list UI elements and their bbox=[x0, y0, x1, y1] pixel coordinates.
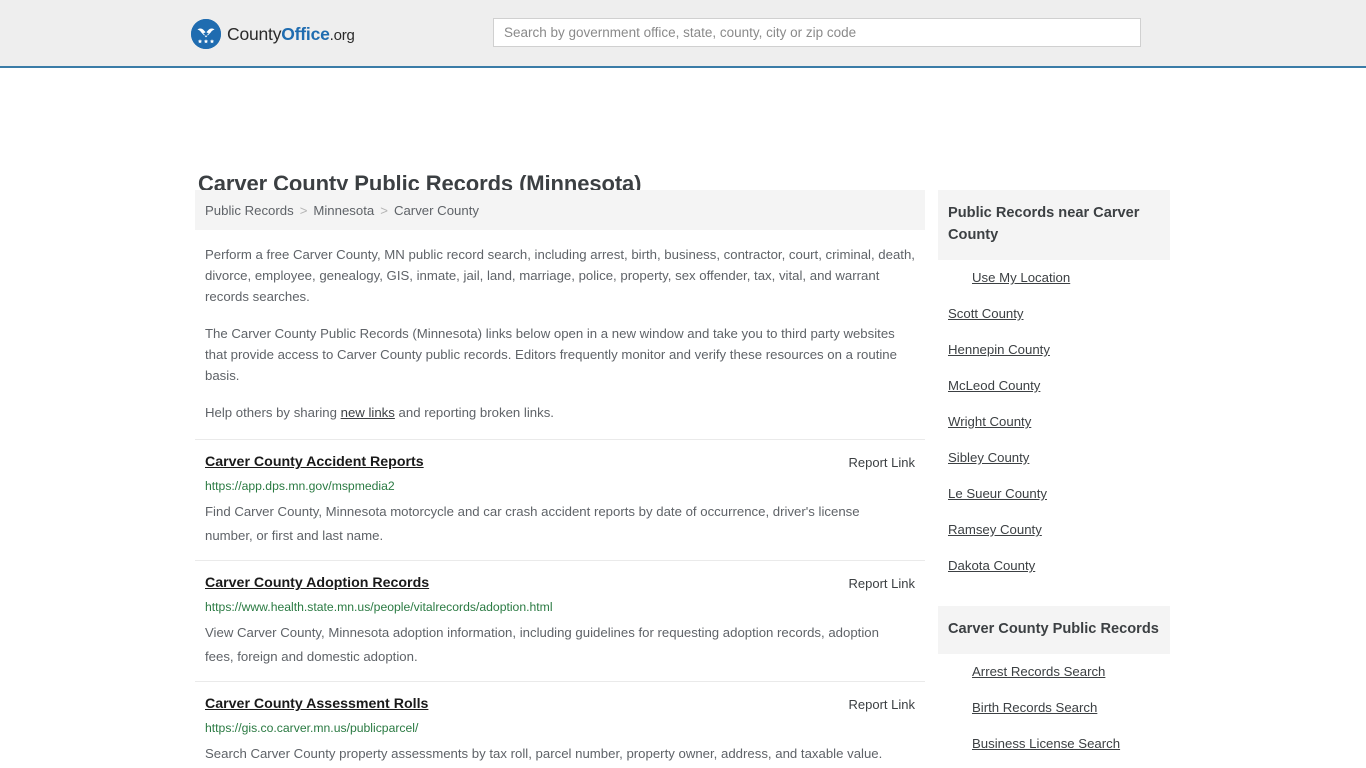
sidebar-item-wright-county[interactable]: Wright County bbox=[938, 404, 1170, 440]
sidebar-item-ramsey-county[interactable]: Ramsey County bbox=[938, 512, 1170, 548]
list-item: Dakota County bbox=[938, 548, 1170, 584]
record-title-link[interactable]: Carver County Adoption Records bbox=[205, 575, 429, 592]
list-item: Wright County bbox=[938, 404, 1170, 440]
sidebar-item-hennepin-county[interactable]: Hennepin County bbox=[938, 332, 1170, 368]
breadcrumb: Public Records > Minnesota > Carver Coun… bbox=[195, 190, 925, 230]
sidebar-item-contractor-license-search[interactable]: Contractor License Search bbox=[938, 762, 1170, 768]
share-text-after: and reporting broken links. bbox=[394, 405, 554, 420]
logo-wordmark: CountyOffice.org bbox=[227, 24, 355, 45]
site-header: CountyOffice.org bbox=[0, 0, 1366, 68]
record-title-link[interactable]: Carver County Accident Reports bbox=[205, 454, 424, 471]
list-item: McLeod County bbox=[938, 368, 1170, 404]
sidebar-item-dakota-county[interactable]: Dakota County bbox=[938, 548, 1170, 584]
intro-paragraph-1: Perform a free Carver County, MN public … bbox=[205, 247, 915, 304]
breadcrumb-separator: > bbox=[299, 202, 308, 218]
breadcrumb-item-public-records[interactable]: Public Records bbox=[205, 203, 294, 218]
record-item: Carver County Accident Reports Report Li… bbox=[195, 439, 925, 560]
sidebar-nearby-list: Use My Location Scott County Hennepin Co… bbox=[938, 260, 1170, 584]
record-description: View Carver County, Minnesota adoption i… bbox=[205, 625, 879, 664]
eagle-shield-icon bbox=[191, 19, 221, 49]
sidebar-item-birth-records-search[interactable]: Birth Records Search bbox=[938, 690, 1170, 726]
report-link-button[interactable]: Report Link bbox=[849, 454, 915, 471]
sidebar-item-business-license-search[interactable]: Business License Search bbox=[938, 726, 1170, 762]
list-item: Sibley County bbox=[938, 440, 1170, 476]
list-item: Business License Search bbox=[938, 726, 1170, 762]
record-description: Find Carver County, Minnesota motorcycle… bbox=[205, 504, 860, 543]
logo-text-org: .org bbox=[329, 26, 355, 44]
main-content: Public Records > Minnesota > Carver Coun… bbox=[195, 190, 925, 768]
record-title-link[interactable]: Carver County Assessment Rolls bbox=[205, 696, 428, 713]
list-item: Arrest Records Search bbox=[938, 654, 1170, 690]
sidebar-item-mcleod-county[interactable]: McLeod County bbox=[938, 368, 1170, 404]
sidebar-item-scott-county[interactable]: Scott County bbox=[938, 296, 1170, 332]
record-item: Carver County Adoption Records Report Li… bbox=[195, 560, 925, 681]
sidebar-county-records-section: Carver County Public Records Arrest Reco… bbox=[938, 606, 1170, 768]
sidebar-county-records-title: Carver County Public Records bbox=[938, 606, 1170, 654]
intro-paragraph-2: The Carver County Public Records (Minnes… bbox=[205, 326, 897, 383]
breadcrumb-separator: > bbox=[380, 202, 388, 218]
list-item: Ramsey County bbox=[938, 512, 1170, 548]
list-item: Hennepin County bbox=[938, 332, 1170, 368]
sidebar-item-le-sueur-county[interactable]: Le Sueur County bbox=[938, 476, 1170, 512]
sidebar-item-sibley-county[interactable]: Sibley County bbox=[938, 440, 1170, 476]
list-item: Scott County bbox=[938, 296, 1170, 332]
records-list: Carver County Accident Reports Report Li… bbox=[195, 439, 925, 768]
list-item: Birth Records Search bbox=[938, 690, 1170, 726]
breadcrumb-item-minnesota[interactable]: Minnesota bbox=[313, 203, 374, 218]
sidebar-county-records-list: Arrest Records Search Birth Records Sear… bbox=[938, 654, 1170, 768]
sidebar: Public Records near Carver County Use My… bbox=[938, 190, 1170, 768]
breadcrumb-item-carver-county: Carver County bbox=[393, 202, 479, 218]
report-link-button[interactable]: Report Link bbox=[849, 696, 915, 713]
record-url: https://app.dps.mn.gov/mspmedia2 bbox=[205, 479, 395, 493]
list-item: Le Sueur County bbox=[938, 476, 1170, 512]
share-text-before: Help others by sharing bbox=[205, 405, 341, 420]
site-logo[interactable]: CountyOffice.org bbox=[191, 19, 355, 49]
sidebar-item-arrest-records-search[interactable]: Arrest Records Search bbox=[938, 654, 1170, 690]
logo-text-county: County bbox=[227, 23, 282, 44]
new-links-link[interactable]: new links bbox=[341, 405, 395, 420]
report-link-button[interactable]: Report Link bbox=[849, 575, 915, 592]
sidebar-item-use-my-location[interactable]: Use My Location bbox=[938, 260, 1170, 296]
record-url: https://www.health.state.mn.us/people/vi… bbox=[205, 600, 553, 614]
logo-text-office: Office bbox=[281, 23, 330, 44]
intro-paragraph-3: Help others by sharing new links and rep… bbox=[205, 402, 919, 423]
search-box[interactable] bbox=[493, 18, 1141, 47]
list-item: Use My Location bbox=[938, 260, 1170, 296]
record-description: Search Carver County property assessment… bbox=[205, 746, 883, 761]
list-item: Contractor License Search bbox=[938, 762, 1170, 768]
sidebar-nearby-title: Public Records near Carver County bbox=[938, 190, 1170, 260]
record-item: Carver County Assessment Rolls Report Li… bbox=[195, 681, 925, 768]
search-input[interactable] bbox=[493, 18, 1141, 47]
record-url: https://gis.co.carver.mn.us/publicparcel… bbox=[205, 721, 419, 735]
